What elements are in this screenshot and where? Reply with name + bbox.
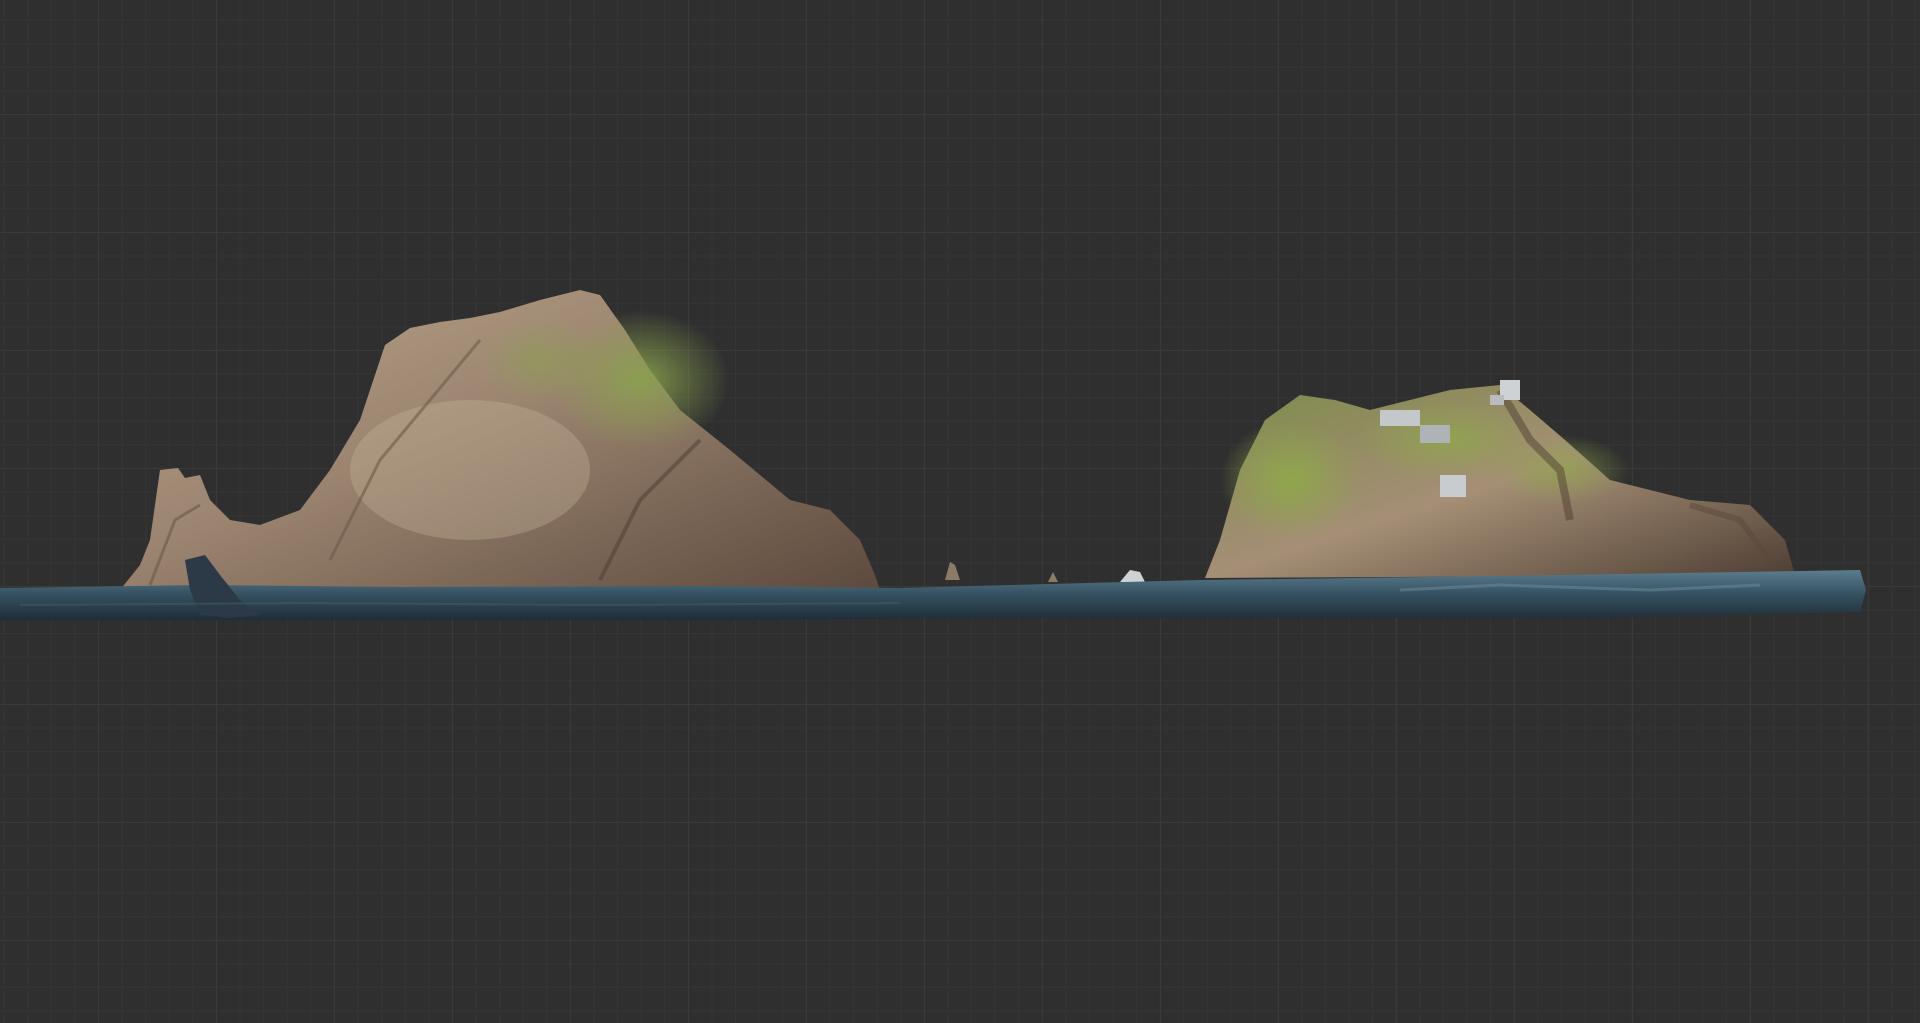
scene-render (0, 290, 1866, 620)
3d-viewport[interactable] (0, 0, 1920, 1023)
small-rocks (945, 562, 1145, 582)
west-island (120, 290, 880, 590)
east-island (1205, 380, 1795, 578)
